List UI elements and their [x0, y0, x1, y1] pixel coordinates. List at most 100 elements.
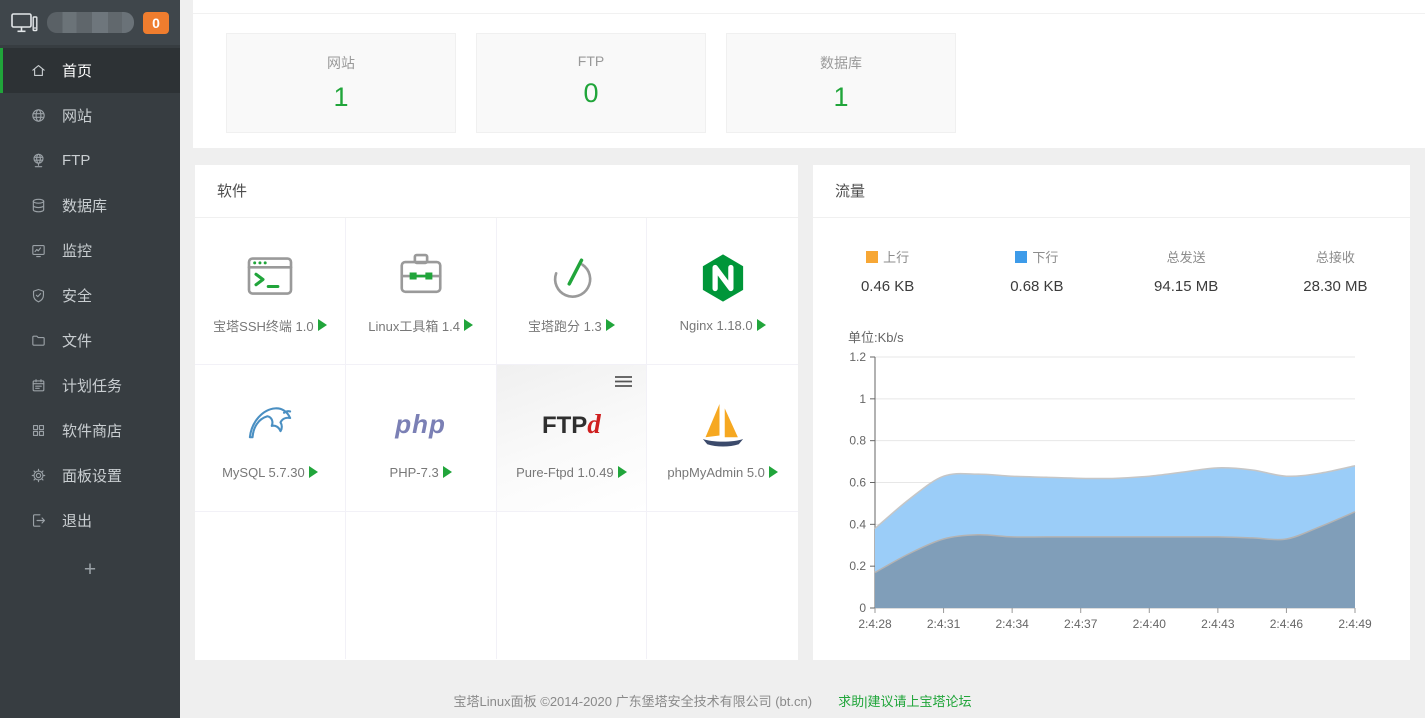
message-count-badge[interactable]: 0: [143, 12, 169, 34]
software-cell-empty: [647, 512, 798, 659]
grid-icon: [30, 422, 47, 439]
svg-text:2:4:34: 2:4:34: [995, 617, 1029, 631]
traffic-legend: 上行0.46 KB下行0.68 KB总发送94.15 MB总接收28.30 MB: [813, 247, 1410, 295]
gear-icon: [30, 467, 47, 484]
sidebar-item-6[interactable]: 安全: [0, 273, 180, 318]
sidebar-menu: 首页网站FTP数据库监控安全文件计划任务软件商店面板设置退出: [0, 48, 180, 543]
software-name-text: Pure-Ftpd 1.0.49: [516, 465, 614, 480]
sidebar-item-label: 首页: [62, 60, 92, 81]
monitor-icon: [30, 242, 47, 259]
stat-card-value: 1: [227, 82, 455, 113]
sidebar-item-label: 退出: [62, 510, 92, 531]
legend-item: 总接收28.30 MB: [1261, 247, 1410, 295]
sidebar-item-7[interactable]: 文件: [0, 318, 180, 363]
software-name-text: 宝塔跑分 1.3: [528, 316, 602, 335]
toolbox-icon: [393, 248, 449, 304]
shield-icon: [30, 287, 47, 304]
traffic-chart: 00.20.40.60.811.22:4:282:4:312:4:342:4:3…: [827, 343, 1397, 648]
svg-text:2:4:31: 2:4:31: [927, 617, 961, 631]
service-running-icon[interactable]: [757, 319, 766, 331]
server-name-redacted: [47, 12, 134, 33]
service-running-icon[interactable]: [618, 466, 627, 478]
software-name: Pure-Ftpd 1.0.49: [516, 465, 627, 480]
software-tile[interactable]: phpPHP-7.3: [346, 365, 497, 512]
home-icon: [30, 62, 47, 79]
sidebar-item-8[interactable]: 计划任务: [0, 363, 180, 408]
software-grid: 宝塔SSH终端 1.0 Linux工具箱 1.4 宝塔跑分 1.3 Nginx 1.1…: [195, 218, 798, 659]
sidebar-item-9[interactable]: 软件商店: [0, 408, 180, 453]
ftp-icon: [30, 152, 47, 169]
sidebar-item-3[interactable]: FTP: [0, 138, 180, 183]
service-running-icon[interactable]: [769, 466, 778, 478]
svg-text:2:4:46: 2:4:46: [1270, 617, 1304, 631]
sidebar-add-button[interactable]: +: [0, 549, 180, 591]
software-tile[interactable]: 宝塔跑分 1.3: [497, 218, 648, 365]
service-running-icon[interactable]: [443, 466, 452, 478]
svg-text:2:4:49: 2:4:49: [1338, 617, 1372, 631]
software-tile[interactable]: Linux工具箱 1.4: [346, 218, 497, 365]
gauge-icon: [543, 248, 599, 304]
software-panel-title: 软件: [195, 165, 798, 218]
legend-label: 上行: [813, 247, 962, 266]
service-running-icon[interactable]: [464, 319, 473, 331]
software-name: 宝塔SSH终端 1.0: [213, 316, 326, 335]
service-running-icon[interactable]: [318, 319, 327, 331]
terminal-icon: [242, 248, 298, 304]
service-running-icon[interactable]: [606, 319, 615, 331]
main-content: 网站1FTP0数据库1 软件 宝塔SSH终端 1.0Linux工具箱 1.4宝塔…: [180, 0, 1425, 718]
mysql-icon: [242, 397, 298, 453]
software-name: PHP-7.3: [390, 465, 452, 480]
legend-label-text: 下行: [1032, 247, 1058, 266]
software-tile[interactable]: 宝塔SSH终端 1.0: [195, 218, 346, 365]
software-cell-empty: [195, 512, 346, 659]
legend-label-text: 上行: [883, 247, 909, 266]
sidebar-item-10[interactable]: 面板设置: [0, 453, 180, 498]
software-tile[interactable]: Nginx 1.18.0: [647, 218, 798, 365]
software-name-text: phpMyAdmin 5.0: [667, 465, 765, 480]
svg-text:0.6: 0.6: [849, 476, 866, 490]
svg-text:1: 1: [859, 392, 866, 406]
sidebar-item-4[interactable]: 数据库: [0, 183, 180, 228]
software-cell-empty: [346, 512, 497, 659]
svg-text:0.2: 0.2: [849, 559, 866, 573]
legend-item: 上行 0.46 KB: [813, 247, 962, 295]
software-tile[interactable]: phpMyAdmin 5.0: [647, 365, 798, 512]
tile-menu-icon[interactable]: [614, 375, 633, 393]
software-name: 宝塔跑分 1.3: [528, 316, 615, 335]
service-running-icon[interactable]: [309, 466, 318, 478]
stat-card-label: FTP: [477, 53, 705, 69]
sidebar-item-label: 安全: [62, 285, 92, 306]
stat-card-value: 1: [727, 82, 955, 113]
stat-card[interactable]: 数据库1: [726, 33, 956, 133]
svg-text:2:4:37: 2:4:37: [1064, 617, 1098, 631]
sidebar-item-11[interactable]: 退出: [0, 498, 180, 543]
sidebar-item-2[interactable]: 网站: [0, 93, 180, 138]
software-tile[interactable]: MySQL 5.7.30: [195, 365, 346, 512]
software-panel: 软件 宝塔SSH终端 1.0 Linux工具箱 1.4 宝塔跑分 1.3 Nginx …: [195, 165, 798, 660]
software-name: phpMyAdmin 5.0: [667, 465, 778, 480]
software-cell-empty: [497, 512, 648, 659]
logout-icon: [30, 512, 47, 529]
software-name-text: Linux工具箱 1.4: [368, 316, 460, 335]
stat-card[interactable]: 网站 1: [226, 33, 456, 133]
sidebar-item-5[interactable]: 监控: [0, 228, 180, 273]
software-name-text: MySQL 5.7.30: [222, 465, 305, 480]
svg-text:0.8: 0.8: [849, 434, 866, 448]
footer-forum-link[interactable]: 求助|建议请上宝塔论坛: [838, 694, 971, 709]
legend-value: 0.46 KB: [813, 278, 962, 295]
bt-panel-page: 0 首页网站FTP数据库监控安全文件计划任务软件商店面板设置退出 + 网站1FT…: [0, 0, 1425, 718]
stat-card[interactable]: FTP 0: [476, 33, 706, 133]
software-name: Nginx 1.18.0: [680, 318, 766, 333]
stat-card-value: 0: [477, 78, 705, 109]
globe-icon: [30, 107, 47, 124]
sidebar-item-label: 文件: [62, 330, 92, 351]
legend-label-text: 总发送: [1167, 247, 1206, 266]
stat-card-label: 网站: [227, 53, 455, 73]
nginx-icon: [695, 250, 751, 306]
traffic-panel-title: 流量: [813, 165, 1410, 218]
traffic-panel: 流量 上行0.46 KB下行0.68 KB总发送94.15 MB总接收28.30…: [813, 165, 1410, 660]
sidebar-item-1[interactable]: 首页: [0, 48, 180, 93]
software-tile[interactable]: FTPdPure-Ftpd 1.0.49: [497, 365, 648, 512]
folder-icon: [30, 332, 47, 349]
legend-label: 总发送: [1112, 247, 1261, 266]
